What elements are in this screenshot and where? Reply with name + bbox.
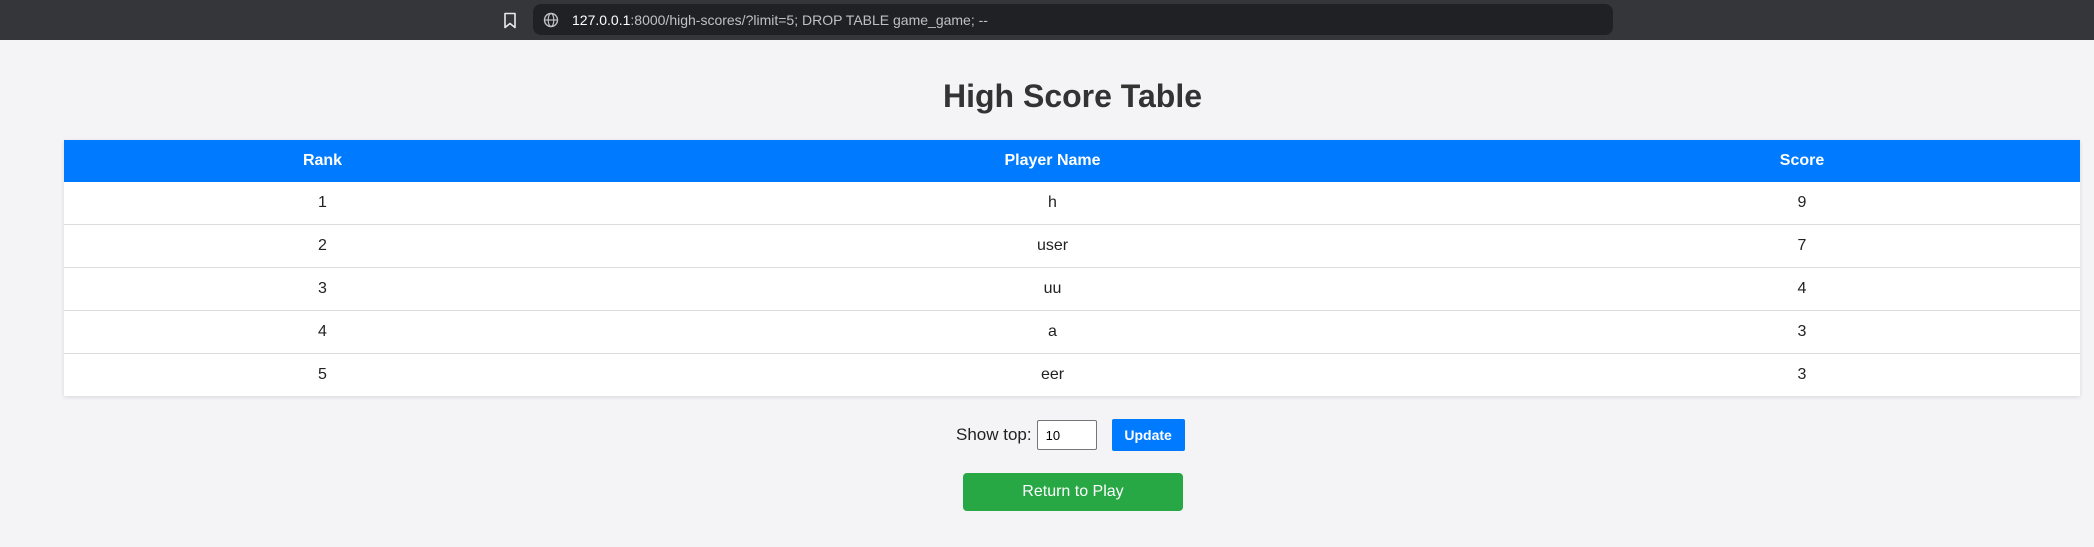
score-cell: 3 [1524,310,2080,354]
table-row: 2 user 7 [64,224,2080,268]
score-cell: 3 [1797,366,1807,383]
table-row: 4 a 3 [64,310,2080,354]
return-to-play-button[interactable]: Return to Play [963,473,1183,511]
table-header-row: Rank Player Name Score [64,140,2080,182]
player-name-cell: uu [581,267,1524,311]
player-name-cell: h [581,182,1524,225]
player-name-cell: a [581,310,1524,354]
url-host: 127.0.0.1 [572,11,631,28]
rank-cell: 5 [318,366,327,383]
table-row: 3 uu 4 [64,267,2080,311]
rank-cell: 3 [64,267,581,311]
score-cell: 9 [1524,182,2080,225]
score-cell: 7 [1524,224,2080,268]
url-path: :8000/high-scores/?limit=5; DROP TABLE g… [630,11,988,28]
rank-cell: 2 [64,224,581,268]
site-info-icon[interactable] [542,11,560,29]
bookmark-icon[interactable] [500,10,520,30]
browser-toolbar: 127.0.0.1:8000/high-scores/?limit=5; DRO… [0,0,2094,40]
limit-controls: Show top: Update [956,418,1185,452]
show-top-label: Show top: [956,425,1032,444]
table-row: 5 eer 3 [64,354,2080,397]
column-header-player-name: Player Name [581,140,1524,182]
column-header-score: Score [1524,140,2080,182]
rank-cell: 4 [64,310,581,354]
column-header-rank: Rank [64,140,581,182]
rank-cell: 1 [64,182,581,225]
update-button[interactable]: Update [1111,419,1185,451]
player-name-cell: user [581,224,1524,268]
limit-input[interactable] [1036,420,1097,450]
table-row: 1 h 9 [64,182,2080,225]
url-text: 127.0.0.1:8000/high-scores/?limit=5; DRO… [572,12,988,28]
page-title: High Score Table [942,78,1202,114]
player-name-cell: eer [1040,366,1065,383]
score-cell: 4 [1524,267,2080,311]
high-score-table: Rank Player Name Score 1 h 9 2 user 7 3 … [64,140,2080,396]
address-bar[interactable]: 127.0.0.1:8000/high-scores/?limit=5; DRO… [533,4,1613,35]
